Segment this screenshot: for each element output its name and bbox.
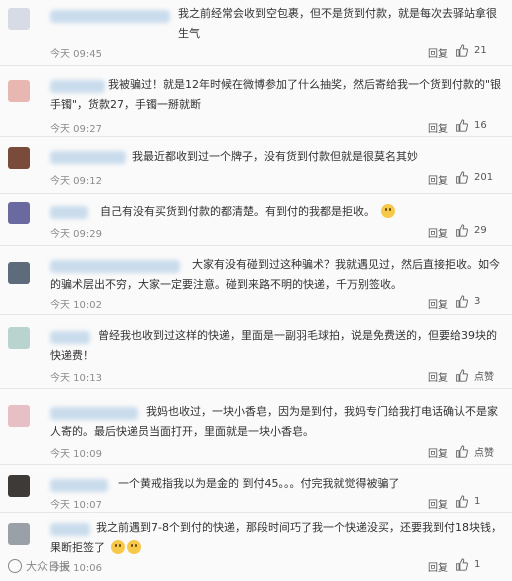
comment-item: 我之前经常会收到空包裹，但不是货到付款，就是每次去驿站拿很生气 今天 09:45… [0, 0, 512, 66]
comment-item: 曾经我也收到过这样的快递，里面是一副羽毛球拍，说是免费送的，但要给39块的快递费… [0, 315, 512, 389]
avatar[interactable] [8, 80, 30, 102]
comment-item: 一个黄戒指我以为是金的 到付45。。。付完我就觉得被骗了 今天 10:07 回复… [0, 465, 512, 513]
comment-time: 今天 10:07 [50, 500, 102, 511]
like-button[interactable]: 29 [455, 224, 487, 237]
like-count: 201 [474, 172, 494, 183]
like-count: 3 [474, 296, 481, 307]
avatar[interactable] [8, 147, 30, 169]
like-button[interactable]: 点赞 [455, 444, 494, 459]
like-count: 29 [474, 225, 487, 236]
reply-button[interactable]: 回复 [428, 225, 448, 240]
comment-text: 我被骗过！就是12年时候在微博参加了什么抽奖，然后寄给我一个货到付款的"银手镯"… [50, 78, 502, 111]
comment-item: 我被骗过！就是12年时候在微博参加了什么抽奖，然后寄给我一个货到付款的"银手镯"… [0, 66, 512, 137]
comment-time: 今天 09:29 [50, 229, 102, 240]
reply-button[interactable]: 回复 [428, 496, 448, 511]
comment-item: 自己有没有买货到付款的都清楚。有到付的我都是拒收。 今天 09:29 回复 29 [0, 194, 512, 246]
reply-button[interactable]: 回复 [428, 559, 448, 574]
like-count: 21 [474, 45, 487, 56]
thumbs-up-icon [456, 445, 468, 458]
avatar[interactable] [8, 262, 30, 284]
comment-item: 我妈也收过，一块小香皂，因为是到付，我妈专门给我打电话确认不是家人寄的。最后快递… [0, 389, 512, 465]
comment-item: 大家有没有碰到过这种骗术？我就遇见过，然后直接拒收。如今的骗术层出不穷，大家一定… [0, 246, 512, 315]
comment-text: 一个黄戒指我以为是金的 到付45。。。付完我就觉得被骗了 [118, 477, 400, 490]
comment-time: 今天 10:02 [50, 300, 102, 311]
like-count: 16 [474, 120, 487, 131]
comment-text: 我之前经常会收到空包裹，但不是货到付款，就是每次去驿站拿很生气 [178, 7, 497, 40]
comment-text: 曾经我也收到过这样的快递，里面是一副羽毛球拍，说是免费送的，但要给39块的快递费… [50, 329, 497, 362]
comment-time: 今天 09:27 [50, 124, 102, 135]
comment-feed: 我之前经常会收到空包裹，但不是货到付款，就是每次去驿站拿很生气 今天 09:45… [0, 0, 512, 581]
comment-time: 今天 09:12 [50, 176, 102, 187]
comment-text: 大家有没有碰到过这种骗术？我就遇见过，然后直接拒收。如今的骗术层出不穷，大家一定… [50, 258, 500, 291]
laugh-emoji-icon [126, 540, 141, 554]
thumbs-up-icon [456, 495, 468, 508]
comment-text: 我最近都收到过一个牌子，没有货到付款但就是很莫名其妙 [132, 150, 418, 163]
thumbs-up-icon [456, 171, 468, 184]
avatar[interactable] [8, 475, 30, 497]
like-count: 1 [474, 559, 481, 570]
reply-button[interactable]: 回复 [428, 445, 448, 460]
username-blurred[interactable] [50, 10, 170, 23]
like-button[interactable]: 1 [455, 495, 480, 508]
like-button[interactable]: 16 [455, 119, 487, 132]
like-button[interactable]: 3 [455, 295, 480, 308]
comment-time: 今天 09:45 [50, 49, 102, 60]
like-count: 1 [474, 496, 481, 507]
avatar[interactable] [8, 405, 30, 427]
avatar[interactable] [8, 327, 30, 349]
comment-item: 我之前遇到7-8个到付的快递，那段时间巧了我一个快递没买，还要我到付18块钱，果… [0, 513, 512, 581]
username-blurred[interactable] [50, 479, 108, 492]
reply-button[interactable]: 回复 [428, 172, 448, 187]
like-button[interactable]: 点赞 [455, 368, 494, 383]
avatar[interactable] [8, 8, 30, 30]
comment-text: 我妈也收过，一块小香皂，因为是到付，我妈专门给我打电话确认不是家人寄的。最后快递… [50, 405, 498, 438]
thumbs-up-icon [456, 224, 468, 237]
laugh-emoji-icon [110, 540, 125, 554]
comment-time: 今天 10:13 [50, 373, 102, 384]
like-button[interactable]: 1 [455, 558, 480, 571]
reply-button[interactable]: 回复 [428, 296, 448, 311]
thumbs-up-icon [456, 558, 468, 571]
comment-text: 我之前遇到7-8个到付的快递，那段时间巧了我一个快递没买，还要我到付18块钱，果… [50, 521, 502, 554]
comment-text: 自己有没有买货到付款的都清楚。有到付的我都是拒收。 [100, 202, 502, 222]
like-count: 点赞 [474, 372, 494, 383]
avatar[interactable] [8, 202, 30, 224]
watermark-logo-icon [8, 559, 22, 573]
avatar[interactable] [8, 523, 30, 545]
comment-time: 今天 10:09 [50, 449, 102, 460]
smile-emoji-icon [380, 204, 395, 218]
reply-button[interactable]: 回复 [428, 369, 448, 384]
username-blurred[interactable] [50, 151, 126, 164]
thumbs-up-icon [456, 119, 468, 132]
watermark-text: 大众日报 [26, 560, 70, 573]
thumbs-up-icon [456, 44, 468, 57]
watermark: 大众日报 [8, 558, 70, 574]
thumbs-up-icon [456, 369, 468, 382]
thumbs-up-icon [456, 295, 468, 308]
username-blurred[interactable] [50, 206, 88, 219]
reply-button[interactable]: 回复 [428, 45, 448, 60]
like-button[interactable]: 21 [455, 44, 487, 57]
comment-item: 我最近都收到过一个牌子，没有货到付款但就是很莫名其妙 今天 09:12 回复 2… [0, 137, 512, 194]
like-count: 点赞 [474, 448, 494, 459]
reply-button[interactable]: 回复 [428, 120, 448, 135]
like-button[interactable]: 201 [455, 171, 493, 184]
